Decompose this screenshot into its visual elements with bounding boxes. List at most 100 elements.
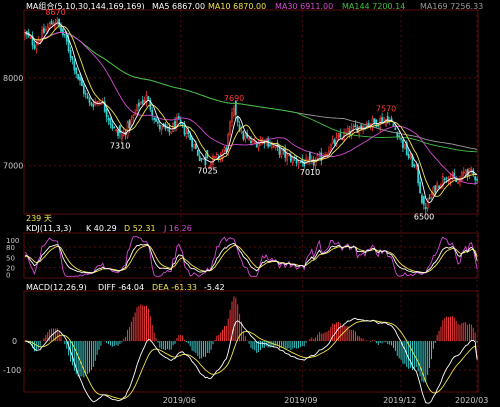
- price-annotation: 7310: [110, 141, 130, 150]
- candle-body: [191, 137, 194, 148]
- candle-body: [39, 40, 42, 42]
- d-legend: D 52.31: [124, 224, 156, 233]
- kdj-legend: KDJ(11,3,3) K 40.29 D 52.31 J 16.26: [26, 224, 192, 233]
- candle-body: [185, 132, 188, 137]
- x-tick-label: 2019/12: [383, 396, 416, 405]
- candle-body: [113, 126, 116, 129]
- candle-body: [329, 143, 332, 150]
- candle-body: [119, 124, 121, 134]
- candle-body: [250, 140, 252, 144]
- candle-body: [65, 35, 68, 42]
- candle-body: [242, 131, 245, 140]
- candle-body: [107, 117, 110, 121]
- candle-body: [290, 155, 292, 162]
- candle-body: [288, 154, 290, 157]
- price-annotation: 6500: [414, 213, 434, 222]
- k-line: [24, 242, 478, 274]
- candle-body: [476, 178, 478, 181]
- candle-body: [75, 67, 78, 75]
- candle-body: [69, 50, 72, 58]
- x-tick-label: 2020/03: [455, 396, 488, 405]
- candle-body: [155, 118, 157, 122]
- x-tick-label: 2019/06: [163, 396, 196, 405]
- candle-body: [280, 149, 283, 157]
- candle-body: [63, 34, 66, 36]
- candle-body: [434, 185, 437, 193]
- candle-body: [43, 27, 45, 34]
- candle-body: [105, 108, 108, 118]
- candle-body: [457, 182, 459, 184]
- ma144-line: [24, 32, 478, 153]
- ma30-line: [24, 32, 478, 185]
- candle-body: [297, 162, 300, 166]
- candle-body: [96, 101, 99, 103]
- kdj-legend-title: KDJ(11,3,3): [26, 224, 71, 233]
- candle-body: [402, 139, 404, 149]
- candle-body: [424, 206, 427, 210]
- candle-body: [464, 170, 467, 175]
- candle-body: [413, 164, 416, 166]
- panel-frame: [23, 9, 479, 215]
- candle-body: [400, 138, 402, 140]
- candle-body: [196, 149, 199, 156]
- j-line: [24, 236, 478, 277]
- candle-body: [136, 104, 138, 112]
- candle-body: [240, 130, 243, 133]
- x-tick-label: 2019/09: [284, 396, 317, 405]
- candle-body: [223, 147, 226, 151]
- macd-y-tick-label: 0: [12, 337, 17, 346]
- candle-body: [271, 143, 273, 148]
- candle-body: [50, 21, 53, 25]
- candle-body: [421, 194, 423, 204]
- candle-body: [331, 139, 334, 143]
- candle-body: [430, 193, 433, 198]
- candle-body: [428, 197, 431, 200]
- candle-body: [286, 154, 288, 161]
- kdj-y-tick-label: 0: [6, 272, 10, 280]
- candle-body: [438, 185, 440, 189]
- candle-body: [291, 156, 294, 164]
- candle-body: [35, 43, 38, 50]
- candle-body: [272, 145, 275, 148]
- candle-body: [79, 76, 81, 81]
- price-annotation: 7025: [197, 167, 217, 176]
- kdj-y-tick-label: 20: [6, 265, 15, 273]
- candle-body: [189, 134, 192, 141]
- candle-body: [415, 165, 418, 167]
- candle-body: [419, 181, 421, 194]
- kdj-panel: [24, 236, 478, 277]
- candle-body: [303, 161, 306, 167]
- candle-body: [231, 112, 233, 123]
- candle-body: [337, 135, 340, 137]
- candle-body: [299, 161, 302, 163]
- candle-body: [339, 132, 342, 138]
- candle-body: [130, 119, 133, 126]
- candle-body: [77, 73, 80, 80]
- candle-body: [310, 158, 313, 161]
- candle-body: [151, 109, 154, 117]
- candle-body: [183, 125, 186, 135]
- candle-body: [333, 139, 336, 145]
- candle-body: [143, 100, 146, 102]
- kdj-y-tick-label: 50: [6, 254, 15, 262]
- candle-body: [73, 60, 76, 71]
- candle-body: [383, 117, 385, 122]
- candle-body: [212, 156, 214, 165]
- candle-body: [181, 123, 184, 125]
- candle-body: [88, 98, 91, 103]
- candle-body: [71, 56, 74, 60]
- candle-body: [233, 108, 235, 116]
- candle-body: [422, 196, 425, 205]
- candle-body: [29, 37, 32, 39]
- candle-body: [295, 159, 298, 164]
- candle-body: [195, 143, 197, 150]
- candle-body: [200, 158, 203, 160]
- candle-body: [392, 123, 395, 127]
- candle-body: [346, 128, 349, 135]
- candle-body: [236, 116, 239, 123]
- candle-body: [327, 150, 330, 155]
- candle-body: [198, 156, 201, 162]
- candle-body: [284, 147, 287, 158]
- candle-body: [100, 103, 102, 105]
- candle-body: [215, 153, 218, 156]
